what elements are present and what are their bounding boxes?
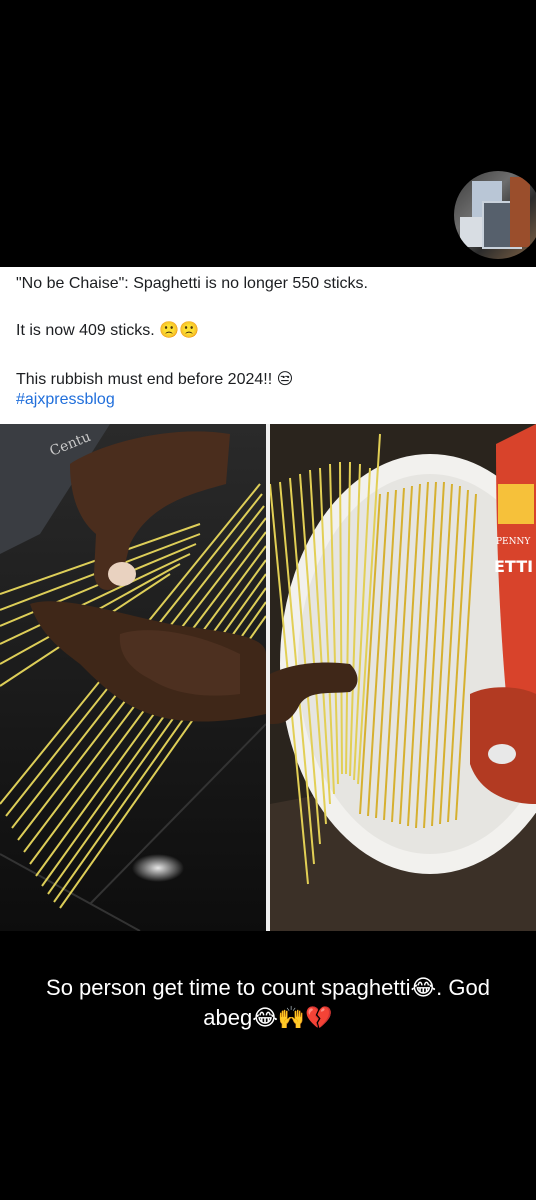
story-caption: So person get time to count spaghetti😂. … (14, 973, 522, 1033)
post-text-line-3: This rubbish must end before 2024!! 😒 (16, 371, 294, 388)
spaghetti-photo-left: Centu (0, 424, 266, 931)
post-text-line-2: It is now 409 sticks. 🙁🙁 (16, 322, 200, 339)
post-text-line-1: "No be Chaise": Spaghetti is no longer 5… (16, 275, 368, 292)
story-viewer: "No be Chaise": Spaghetti is no longer 5… (0, 0, 536, 1200)
shared-post-card: "No be Chaise": Spaghetti is no longer 5… (0, 267, 536, 424)
spaghetti-counting-illustration: Centu (0, 424, 266, 931)
caption-line-2: abeg😂🙌💔 (203, 1005, 333, 1030)
package-product-text: ETTI (494, 557, 533, 576)
spaghetti-plate-illustration: PENNY ETTI (270, 424, 536, 931)
profile-avatar[interactable] (454, 171, 536, 259)
spaghetti-photo-right: PENNY ETTI (270, 424, 536, 931)
caption-line-1: So person get time to count spaghetti😂. … (46, 975, 490, 1000)
post-hashtag-link[interactable]: #ajxpressblog (16, 391, 115, 409)
package-brand-text: PENNY (496, 537, 531, 547)
